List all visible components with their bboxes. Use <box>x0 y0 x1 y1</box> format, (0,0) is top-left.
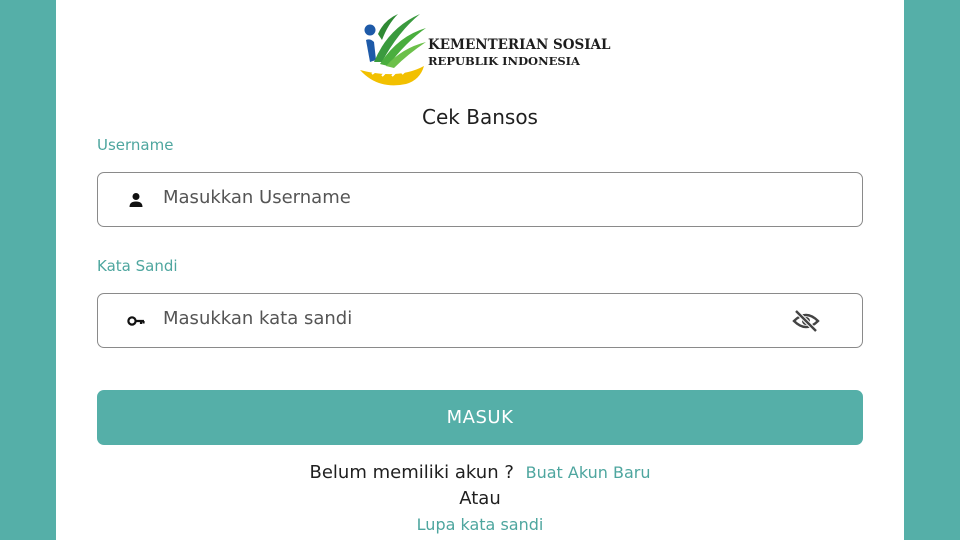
username-label: Username <box>97 136 174 154</box>
login-card: KEMENTERIAN SOSIAL REPUBLIK INDONESIA Ce… <box>56 0 904 540</box>
username-field[interactable]: Masukkan Username <box>97 172 863 227</box>
forgot-password-link[interactable]: Lupa kata sandi <box>417 515 544 534</box>
password-field[interactable]: Masukkan kata sandi <box>97 293 863 348</box>
person-icon <box>126 190 146 210</box>
logo-text-line2: REPUBLIK INDONESIA <box>428 54 580 68</box>
logo-text-line1: KEMENTERIAN SOSIAL <box>428 37 611 53</box>
kemensos-emblem-icon <box>360 14 426 86</box>
kemensos-logo: KEMENTERIAN SOSIAL REPUBLIK INDONESIA <box>358 10 611 92</box>
page-title: Cek Bansos <box>422 105 538 129</box>
key-icon <box>126 311 146 331</box>
register-link[interactable]: Buat Akun Baru <box>526 463 651 482</box>
password-label: Kata Sandi <box>97 257 178 275</box>
or-text: Atau <box>459 488 501 509</box>
register-prompt: Belum memiliki akun ? <box>309 462 514 483</box>
register-row: Belum memiliki akun ? Buat Akun Baru <box>56 462 904 483</box>
username-placeholder: Masukkan Username <box>163 187 351 208</box>
password-placeholder: Masukkan kata sandi <box>163 308 353 329</box>
logo-text: KEMENTERIAN SOSIAL REPUBLIK INDONESIA <box>428 37 611 69</box>
login-button[interactable]: MASUK <box>97 390 863 445</box>
eye-off-icon[interactable] <box>792 308 820 334</box>
forgot-row: Lupa kata sandi <box>56 515 904 534</box>
